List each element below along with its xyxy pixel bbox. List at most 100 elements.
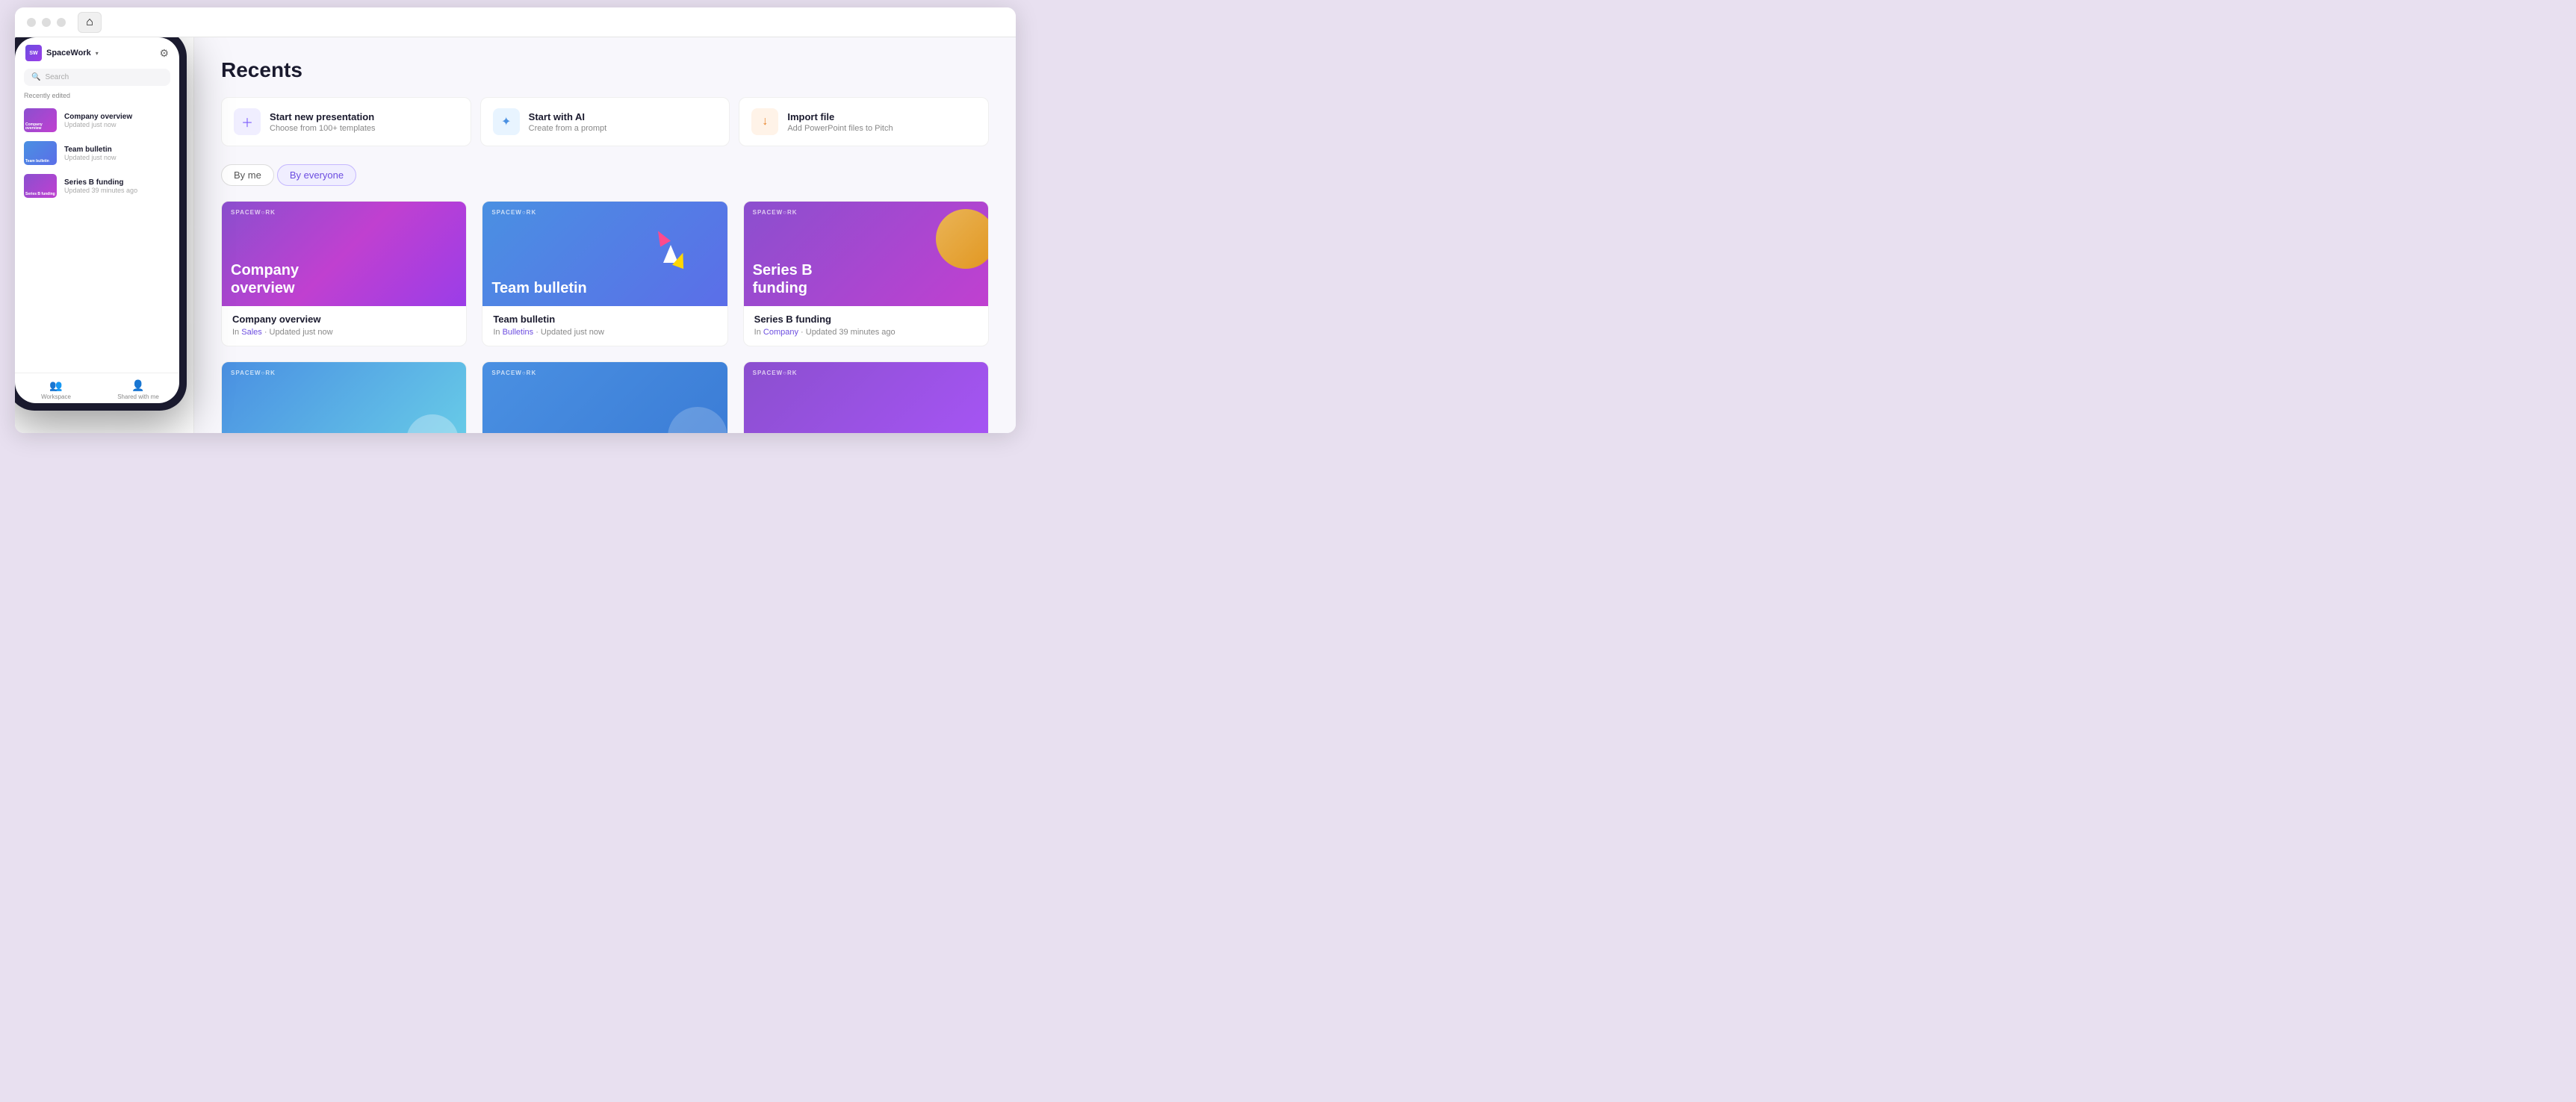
home-icon: ⌂: [86, 16, 93, 29]
phone-list: Company overview Company overview Update…: [15, 104, 179, 373]
browser-window: ⌂ SW SpaceWork ▾ 🔔 🔍 Search & commands: [15, 7, 1016, 433]
start-ai-title: Start with AI: [529, 111, 607, 122]
new-presentation-card[interactable]: ＋ Start new presentation Choose from 100…: [221, 97, 471, 146]
browser-home-button[interactable]: ⌂: [78, 12, 102, 33]
filter-tabs: By me By everyone: [221, 164, 989, 186]
browser-dot-2: [42, 18, 51, 27]
browser-titlebar: ⌂: [15, 7, 1016, 37]
phone-brand-logo: SW: [25, 45, 42, 61]
phone-item-info-2: Team bulletin Updated just now: [64, 146, 117, 161]
phone-thumb-label-2: Team bulletin: [25, 160, 49, 164]
thumbnail-series-b: SPACEW○RK Series Bfunding: [744, 202, 988, 306]
phone-search-icon: 🔍: [31, 73, 40, 81]
thumb-logo-3: SPACEW○RK: [753, 209, 798, 216]
phone-brand-name: SpaceWork: [46, 49, 91, 57]
presentation-card-quarterly[interactable]: SPACEW○RK Quaterly Quarterly In Company …: [743, 361, 989, 433]
phone-item-info-3: Series B funding Updated 39 minutes ago: [64, 178, 137, 194]
phone-thumb-label-1: Company overview: [25, 123, 57, 131]
import-text: Import file Add PowerPoint files to Pitc…: [787, 111, 893, 133]
filter-tab-by-me[interactable]: By me: [221, 164, 274, 186]
presentation-card-team-bulletin[interactable]: SPACEW○RK Team bulletin Team bulletin In…: [482, 201, 727, 346]
thumb-logo-4: SPACEW○RK: [231, 370, 276, 376]
phone-frame: SW SpaceWork ▾ ⚙ 🔍 Search Recently edite: [15, 37, 187, 411]
phone-topbar: SW SpaceWork ▾ ⚙: [15, 37, 179, 66]
presentation-card-company-overview[interactable]: SPACEW○RK Companyoverview Company overvi…: [221, 201, 467, 346]
phone-item-time-3: Updated 39 minutes ago: [64, 187, 137, 194]
import-icon: ↓: [751, 108, 778, 135]
new-presentation-subtitle: Choose from 100+ templates: [270, 124, 376, 133]
page-title: Recents: [221, 58, 989, 82]
new-presentation-icon: ＋: [234, 108, 261, 135]
presentation-meta-2: In Bulletins · Updated just now: [493, 328, 716, 337]
presentation-card-sales[interactable]: SPACEW○RK Sales Sales In Sales · Updated…: [482, 361, 727, 433]
shared-nav-label: Shared with me: [117, 393, 159, 400]
new-presentation-title: Start new presentation: [270, 111, 376, 122]
presentation-meta-3: In Company · Updated 39 minutes ago: [754, 328, 978, 337]
phone-search-input[interactable]: 🔍 Search: [24, 69, 170, 86]
presentation-name-3: Series B funding: [754, 314, 978, 325]
thumb-title-2: Team bulletin: [491, 279, 718, 297]
phone-item-name-3: Series B funding: [64, 178, 137, 187]
thumb-logo-6: SPACEW○RK: [753, 370, 798, 376]
phone-search-placeholder: Search: [45, 73, 69, 81]
mobile-phone-overlay: SW SpaceWork ▾ ⚙ 🔍 Search Recently edite: [15, 37, 202, 426]
browser-dot-3: [57, 18, 66, 27]
phone-brand[interactable]: SW SpaceWork ▾: [25, 45, 99, 61]
phone-item-time-1: Updated just now: [64, 121, 132, 128]
thumbnail-sales: SPACEW○RK Sales: [482, 362, 727, 433]
browser-dot-1: [27, 18, 36, 27]
new-presentation-text: Start new presentation Choose from 100+ …: [270, 111, 376, 133]
phone-item-time-2: Updated just now: [64, 154, 117, 161]
thumbnail-team-bulletin: SPACEW○RK Team bulletin: [482, 202, 727, 306]
action-cards-container: ＋ Start new presentation Choose from 100…: [221, 97, 989, 146]
start-ai-text: Start with AI Create from a prompt: [529, 111, 607, 133]
phone-nav-workspace[interactable]: 👥 Workspace: [15, 379, 97, 400]
phone-item-name-1: Company overview: [64, 113, 132, 121]
filter-tab-by-everyone[interactable]: By everyone: [277, 164, 356, 186]
coin-decoration: [936, 209, 988, 269]
gear-decoration: [406, 414, 459, 433]
phone-brand-initials: SW: [29, 51, 37, 56]
presentation-info-2: Team bulletin In Bulletins · Updated jus…: [482, 306, 727, 346]
presentation-name-2: Team bulletin: [493, 314, 716, 325]
phone-thumb-company-overview: Company overview: [24, 108, 57, 132]
meta-link-1[interactable]: Sales: [241, 328, 262, 337]
phone-item-info-1: Company overview Updated just now: [64, 113, 132, 128]
phone-thumb-label-3: Series B funding: [25, 193, 55, 196]
import-subtitle: Add PowerPoint files to Pitch: [787, 124, 893, 133]
phone-list-item-company[interactable]: Company overview Company overview Update…: [15, 104, 179, 137]
thumbnail-quarterly: SPACEW○RK Quaterly: [744, 362, 988, 433]
presentation-info-3: Series B funding In Company · Updated 39…: [744, 306, 988, 346]
thumbnail-company-overview: SPACEW○RK Companyoverview: [222, 202, 466, 306]
phone-nav-shared[interactable]: 👤 Shared with me: [97, 379, 179, 400]
thumbnail-series-a: SPACEW○RK Series A: [222, 362, 466, 433]
cursors-decoration: [663, 245, 678, 263]
import-file-card[interactable]: ↓ Import file Add PowerPoint files to Pi…: [739, 97, 989, 146]
import-title: Import file: [787, 111, 893, 122]
thumb-title-1: Companyoverview: [231, 261, 457, 297]
thumb-logo-5: SPACEW○RK: [491, 370, 536, 376]
main-content: Recents ＋ Start new presentation Choose …: [194, 37, 1016, 433]
workspace-nav-label: Workspace: [41, 393, 71, 400]
meta-link-3[interactable]: Company: [763, 328, 798, 337]
workspace-nav-icon: 👥: [49, 379, 62, 392]
phone-list-item-team[interactable]: Team bulletin Team bulletin Updated just…: [15, 137, 179, 169]
phone-settings-icon[interactable]: ⚙: [159, 47, 169, 60]
presentation-info-1: Company overview In Sales · Updated just…: [222, 306, 466, 346]
meta-link-2[interactable]: Bulletins: [503, 328, 534, 337]
phone-item-name-2: Team bulletin: [64, 146, 117, 154]
ai-icon: ✦: [493, 108, 520, 135]
presentation-name-1: Company overview: [232, 314, 456, 325]
presentation-card-series-b[interactable]: SPACEW○RK Series Bfunding Series B fundi…: [743, 201, 989, 346]
phone-list-item-seriesb[interactable]: Series B funding Series B funding Update…: [15, 169, 179, 202]
presentation-card-series-a[interactable]: SPACEW○RK Series A Series A In Sales · U…: [221, 361, 467, 433]
thumb-logo-1: SPACEW○RK: [231, 209, 276, 216]
start-ai-subtitle: Create from a prompt: [529, 124, 607, 133]
phone-thumb-series-b: Series B funding: [24, 174, 57, 198]
phone-thumb-team-bulletin: Team bulletin: [24, 141, 57, 165]
phone-bottom-nav: 👥 Workspace 👤 Shared with me: [15, 373, 179, 403]
thumb-title-3: Series Bfunding: [753, 261, 979, 297]
app-content: SW SpaceWork ▾ 🔔 🔍 Search & commands Rec…: [15, 37, 1016, 433]
recently-edited-label: Recently edited: [15, 92, 179, 104]
start-with-ai-card[interactable]: ✦ Start with AI Create from a prompt: [480, 97, 730, 146]
